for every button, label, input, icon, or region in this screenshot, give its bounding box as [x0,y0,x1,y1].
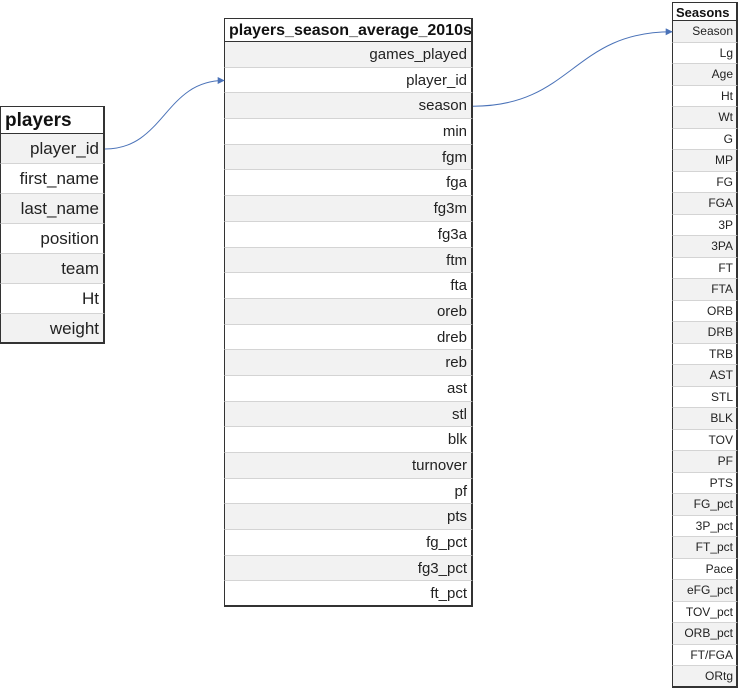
relationship-links [104,28,673,150]
link-player_id-to-player_id [104,77,225,150]
link-season-to-Season [472,28,673,107]
